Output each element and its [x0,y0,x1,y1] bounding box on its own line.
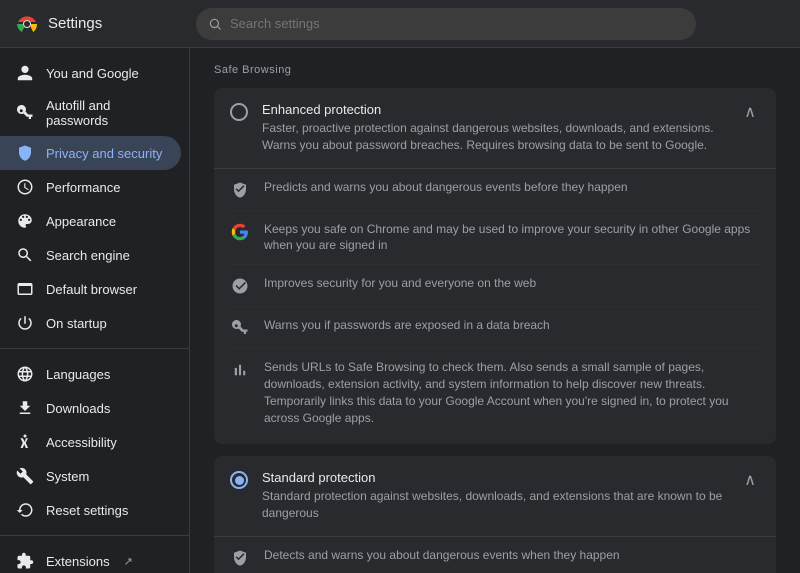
standard-protection-card: Standard protection Standard protection … [214,456,776,573]
sidebar-item-on-startup[interactable]: On startup [0,306,181,340]
shield-check-icon [230,180,250,200]
feature-text: Predicts and warns you about dangerous e… [264,179,628,196]
bar-chart-icon [230,360,250,380]
search-icon [208,17,222,31]
accessibility-icon [16,433,34,451]
palette-icon [16,212,34,230]
standard-title-area: Standard protection Standard protection … [262,470,726,522]
standard-radio[interactable] [230,471,248,489]
browser-icon [16,280,34,298]
radio-inner [235,476,244,485]
feature-text: Improves security for you and everyone o… [264,275,536,292]
enhanced-protection-header[interactable]: Enhanced protection Faster, proactive pr… [214,88,776,168]
search-input[interactable] [230,16,684,31]
shield-icon [16,144,34,162]
sidebar-item-downloads[interactable]: Downloads [0,391,181,425]
standard-card-body: Detects and warns you about dangerous ev… [214,536,776,573]
topbar: Settings [0,0,800,48]
search-bar[interactable] [196,8,696,40]
globe-icon [16,365,34,383]
sidebar-item-extensions[interactable]: Extensions ↗ [0,544,181,573]
enhanced-radio[interactable] [230,103,248,121]
sidebar-item-label: Languages [46,367,110,382]
external-link-icon: ↗ [124,555,133,568]
gauge-icon [16,178,34,196]
sidebar-item-accessibility[interactable]: Accessibility [0,425,181,459]
standard-chevron-icon[interactable]: ∧ [740,470,760,490]
sidebar-item-you-and-google[interactable]: You and Google [0,56,181,90]
section-label: Safe Browsing [214,64,776,76]
sidebar-item-label: Extensions [46,554,110,569]
sidebar-item-label: Privacy and security [46,146,162,161]
search-icon [16,246,34,264]
standard-desc: Standard protection against websites, do… [262,488,726,522]
sidebar-divider-1 [0,348,189,349]
feature-item: Improves security for you and everyone o… [230,265,760,307]
app-title: Settings [48,15,102,32]
globe-check-icon [230,276,250,296]
sidebar-item-performance[interactable]: Performance [0,170,181,204]
feature-text: Keeps you safe on Chrome and may be used… [264,221,760,255]
extensions-icon [16,552,34,570]
standard-protection-header[interactable]: Standard protection Standard protection … [214,456,776,536]
sidebar-item-label: Reset settings [46,503,128,518]
sidebar: You and Google Autofill and passwords Pr… [0,48,190,573]
sidebar-item-autofill[interactable]: Autofill and passwords [0,90,181,136]
sidebar-item-label: Default browser [46,282,137,297]
chrome-logo-icon [16,13,38,35]
app-title-area: Settings [16,13,196,35]
wrench-icon [16,467,34,485]
shield-check-icon [230,548,250,568]
standard-title: Standard protection [262,470,726,485]
enhanced-chevron-icon[interactable]: ∧ [740,102,760,122]
download-icon [16,399,34,417]
sidebar-item-appearance[interactable]: Appearance [0,204,181,238]
sidebar-item-languages[interactable]: Languages [0,357,181,391]
feature-item: Warns you if passwords are exposed in a … [230,307,760,349]
main-layout: You and Google Autofill and passwords Pr… [0,48,800,573]
sidebar-item-system[interactable]: System [0,459,181,493]
person-icon [16,64,34,82]
sidebar-item-label: Performance [46,180,120,195]
enhanced-protection-card: Enhanced protection Faster, proactive pr… [214,88,776,444]
sidebar-item-privacy[interactable]: Privacy and security [0,136,181,170]
feature-text: Sends URLs to Safe Browsing to check the… [264,359,760,426]
sidebar-item-label: On startup [46,316,107,331]
feature-text: Detects and warns you about dangerous ev… [264,547,620,564]
sidebar-item-label: System [46,469,89,484]
sidebar-item-label: Accessibility [46,435,117,450]
feature-item: Keeps you safe on Chrome and may be used… [230,211,760,266]
enhanced-title-area: Enhanced protection Faster, proactive pr… [262,102,726,154]
sidebar-divider-2 [0,535,189,536]
feature-item: Detects and warns you about dangerous ev… [230,537,760,573]
enhanced-title: Enhanced protection [262,102,726,117]
feature-item: Sends URLs to Safe Browsing to check the… [230,349,760,436]
reset-icon [16,501,34,519]
sidebar-item-label: Search engine [46,248,130,263]
sidebar-item-label: Appearance [46,214,116,229]
main-content: Safe Browsing Enhanced protection Faster… [190,48,800,573]
sidebar-item-search-engine[interactable]: Search engine [0,238,181,272]
key-icon [16,104,34,122]
enhanced-card-body: Predicts and warns you about dangerous e… [214,168,776,445]
feature-item: Predicts and warns you about dangerous e… [230,169,760,211]
power-icon [16,314,34,332]
sidebar-item-label: You and Google [46,66,139,81]
sidebar-item-default-browser[interactable]: Default browser [0,272,181,306]
feature-text: Warns you if passwords are exposed in a … [264,317,550,334]
key-warn-icon [230,318,250,338]
enhanced-desc: Faster, proactive protection against dan… [262,120,726,154]
google-icon [230,222,250,242]
sidebar-item-reset[interactable]: Reset settings [0,493,181,527]
sidebar-item-label: Autofill and passwords [46,98,165,128]
sidebar-item-label: Downloads [46,401,110,416]
